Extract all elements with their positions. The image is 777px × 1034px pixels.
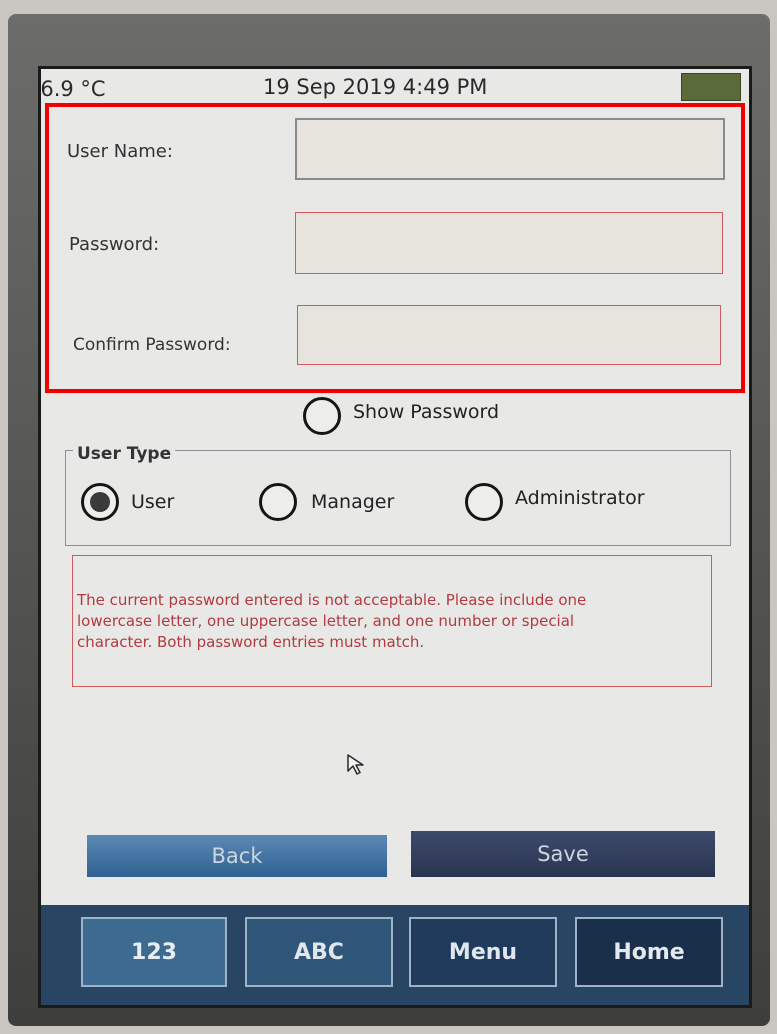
error-message-line: character. Both password entries must ma… bbox=[77, 633, 425, 651]
temperature-readout: 36.9 °C bbox=[40, 77, 106, 101]
bottom-navbar: 123 ABC Menu Home bbox=[41, 905, 749, 1005]
error-message-line: The current password entered is not acce… bbox=[77, 591, 587, 609]
nav-home-button[interactable]: Home bbox=[575, 917, 723, 987]
manager-radio[interactable] bbox=[259, 483, 297, 521]
user-radio-label: User bbox=[131, 491, 175, 513]
status-bar: 36.9 °C 19 Sep 2019 4:49 PM bbox=[41, 69, 749, 103]
highlight-box bbox=[45, 103, 745, 393]
error-message-box: The current password entered is not acce… bbox=[72, 555, 712, 687]
datetime-readout: 19 Sep 2019 4:49 PM bbox=[263, 75, 488, 99]
show-password-radio[interactable] bbox=[303, 397, 341, 435]
nav-menu-button[interactable]: Menu bbox=[409, 917, 557, 987]
error-message-line: lowercase letter, one uppercase letter, … bbox=[77, 612, 575, 630]
show-password-label: Show Password bbox=[353, 401, 500, 423]
touch-screen: 36.9 °C 19 Sep 2019 4:49 PM User Name: P… bbox=[38, 66, 752, 1008]
battery-icon bbox=[681, 73, 741, 101]
nav-123-button[interactable]: 123 bbox=[81, 917, 227, 987]
administrator-radio[interactable] bbox=[465, 483, 503, 521]
manager-radio-label: Manager bbox=[311, 491, 395, 513]
mouse-pointer-icon bbox=[346, 753, 368, 781]
user-radio[interactable] bbox=[81, 483, 119, 521]
administrator-radio-label: Administrator bbox=[515, 487, 645, 509]
back-button[interactable]: Back bbox=[87, 835, 387, 877]
user-type-legend: User Type bbox=[73, 444, 176, 464]
save-button[interactable]: Save bbox=[411, 831, 715, 877]
nav-abc-button[interactable]: ABC bbox=[245, 917, 393, 987]
